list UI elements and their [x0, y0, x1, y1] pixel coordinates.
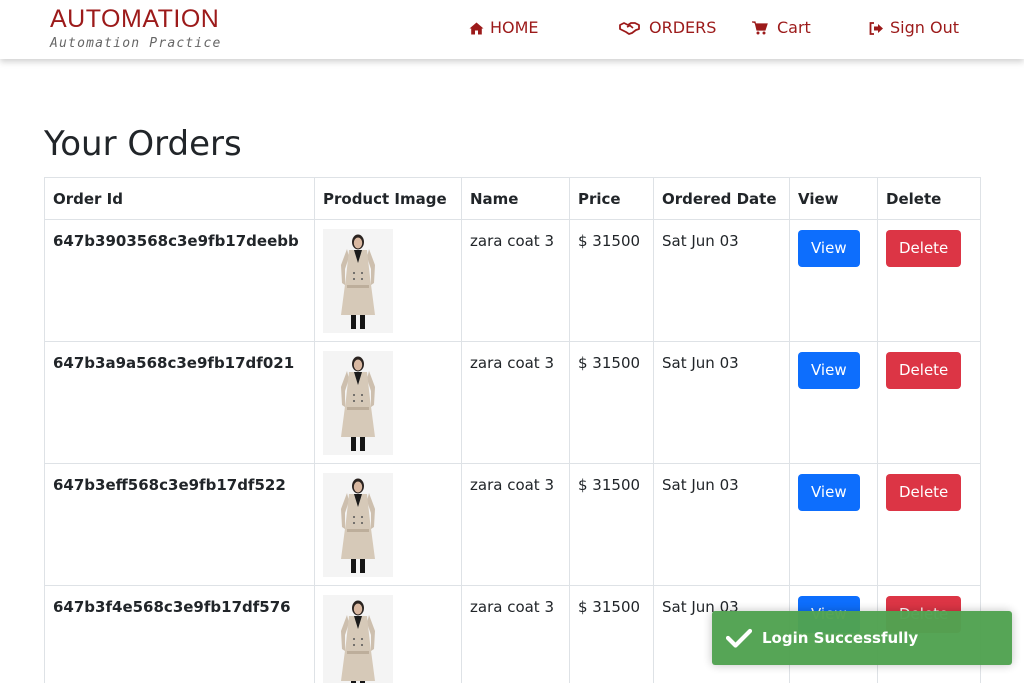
nav-home-label: HOME [490, 18, 539, 37]
table-row: 647b3903568c3e9fb17deebb zara coat 3 $ 3… [44, 219, 981, 342]
delete-cell: Delete [877, 463, 981, 586]
product-image-cell [314, 219, 462, 342]
nav-cart-button[interactable]: Cart [752, 18, 811, 38]
nav-orders-label: ORDERS [649, 18, 717, 37]
column-header: Delete [877, 177, 981, 220]
price-cell: $ 31500 [569, 219, 654, 342]
product-name-cell: zara coat 3 [461, 341, 570, 464]
nav-home-button[interactable]: HOME [469, 18, 539, 38]
toast-notification[interactable]: Login Successfully [712, 611, 1012, 665]
sign-out-icon [869, 21, 883, 35]
column-header: Order Id [44, 177, 315, 220]
home-icon [469, 22, 484, 34]
column-header: Name [461, 177, 570, 220]
product-name-cell: zara coat 3 [461, 219, 570, 342]
product-image [323, 351, 393, 455]
ordered-date-cell: Sat Jun 03 [653, 341, 790, 464]
nav-signout-button[interactable]: Sign Out [869, 18, 959, 38]
column-header: View [789, 177, 878, 220]
price-cell: $ 31500 [569, 585, 654, 683]
price-cell: $ 31500 [569, 341, 654, 464]
check-icon [726, 628, 752, 648]
delete-button[interactable]: Delete [886, 474, 962, 511]
product-name-cell: zara coat 3 [461, 463, 570, 586]
nav-orders-button[interactable]: ORDERS [619, 18, 716, 38]
order-id-cell: 647b3eff568c3e9fb17df522 [44, 463, 315, 586]
table-header-row: Order Id Product Image Name Price Ordere… [44, 177, 981, 220]
delete-cell: Delete [877, 341, 981, 464]
brand-logo[interactable]: AUTOMATION Automation Practice [50, 4, 222, 51]
nav-signout-label: Sign Out [890, 18, 959, 37]
product-image [323, 473, 393, 577]
column-header: Price [569, 177, 654, 220]
page-title: Your Orders [44, 124, 242, 164]
ordered-date-cell: Sat Jun 03 [653, 219, 790, 342]
brand-title: AUTOMATION [50, 5, 220, 33]
toast-message: Login Successfully [762, 629, 919, 647]
product-image-cell [314, 463, 462, 586]
order-id-cell: 647b3f4e568c3e9fb17df576 [44, 585, 315, 683]
view-button[interactable]: View [798, 230, 860, 267]
view-cell: View [789, 463, 878, 586]
table-row: 647b3eff568c3e9fb17df522 zara coat 3 $ 3… [44, 463, 981, 586]
table-row: 647b3a9a568c3e9fb17df021 zara coat 3 $ 3… [44, 341, 981, 464]
column-header: Product Image [314, 177, 462, 220]
delete-button[interactable]: Delete [886, 230, 962, 267]
view-cell: View [789, 341, 878, 464]
product-image-cell [314, 585, 462, 683]
delete-cell: Delete [877, 219, 981, 342]
ordered-date-cell: Sat Jun 03 [653, 463, 790, 586]
column-header: Ordered Date [653, 177, 790, 220]
brand-subtitle: Automation Practice [50, 36, 222, 51]
orders-table: Order Id Product Image Name Price Ordere… [44, 177, 981, 683]
delete-button[interactable]: Delete [886, 352, 962, 389]
product-image [323, 595, 393, 683]
view-button[interactable]: View [798, 352, 860, 389]
view-cell: View [789, 219, 878, 342]
cart-icon [752, 21, 768, 35]
order-id-cell: 647b3903568c3e9fb17deebb [44, 219, 315, 342]
view-button[interactable]: View [798, 474, 860, 511]
price-cell: $ 31500 [569, 463, 654, 586]
product-name-cell: zara coat 3 [461, 585, 570, 683]
handshake-icon [619, 22, 640, 35]
product-image [323, 229, 393, 333]
top-navbar: AUTOMATION Automation Practice HOME ORDE… [0, 0, 1024, 59]
order-id-cell: 647b3a9a568c3e9fb17df021 [44, 341, 315, 464]
nav-cart-label: Cart [777, 18, 811, 37]
product-image-cell [314, 341, 462, 464]
